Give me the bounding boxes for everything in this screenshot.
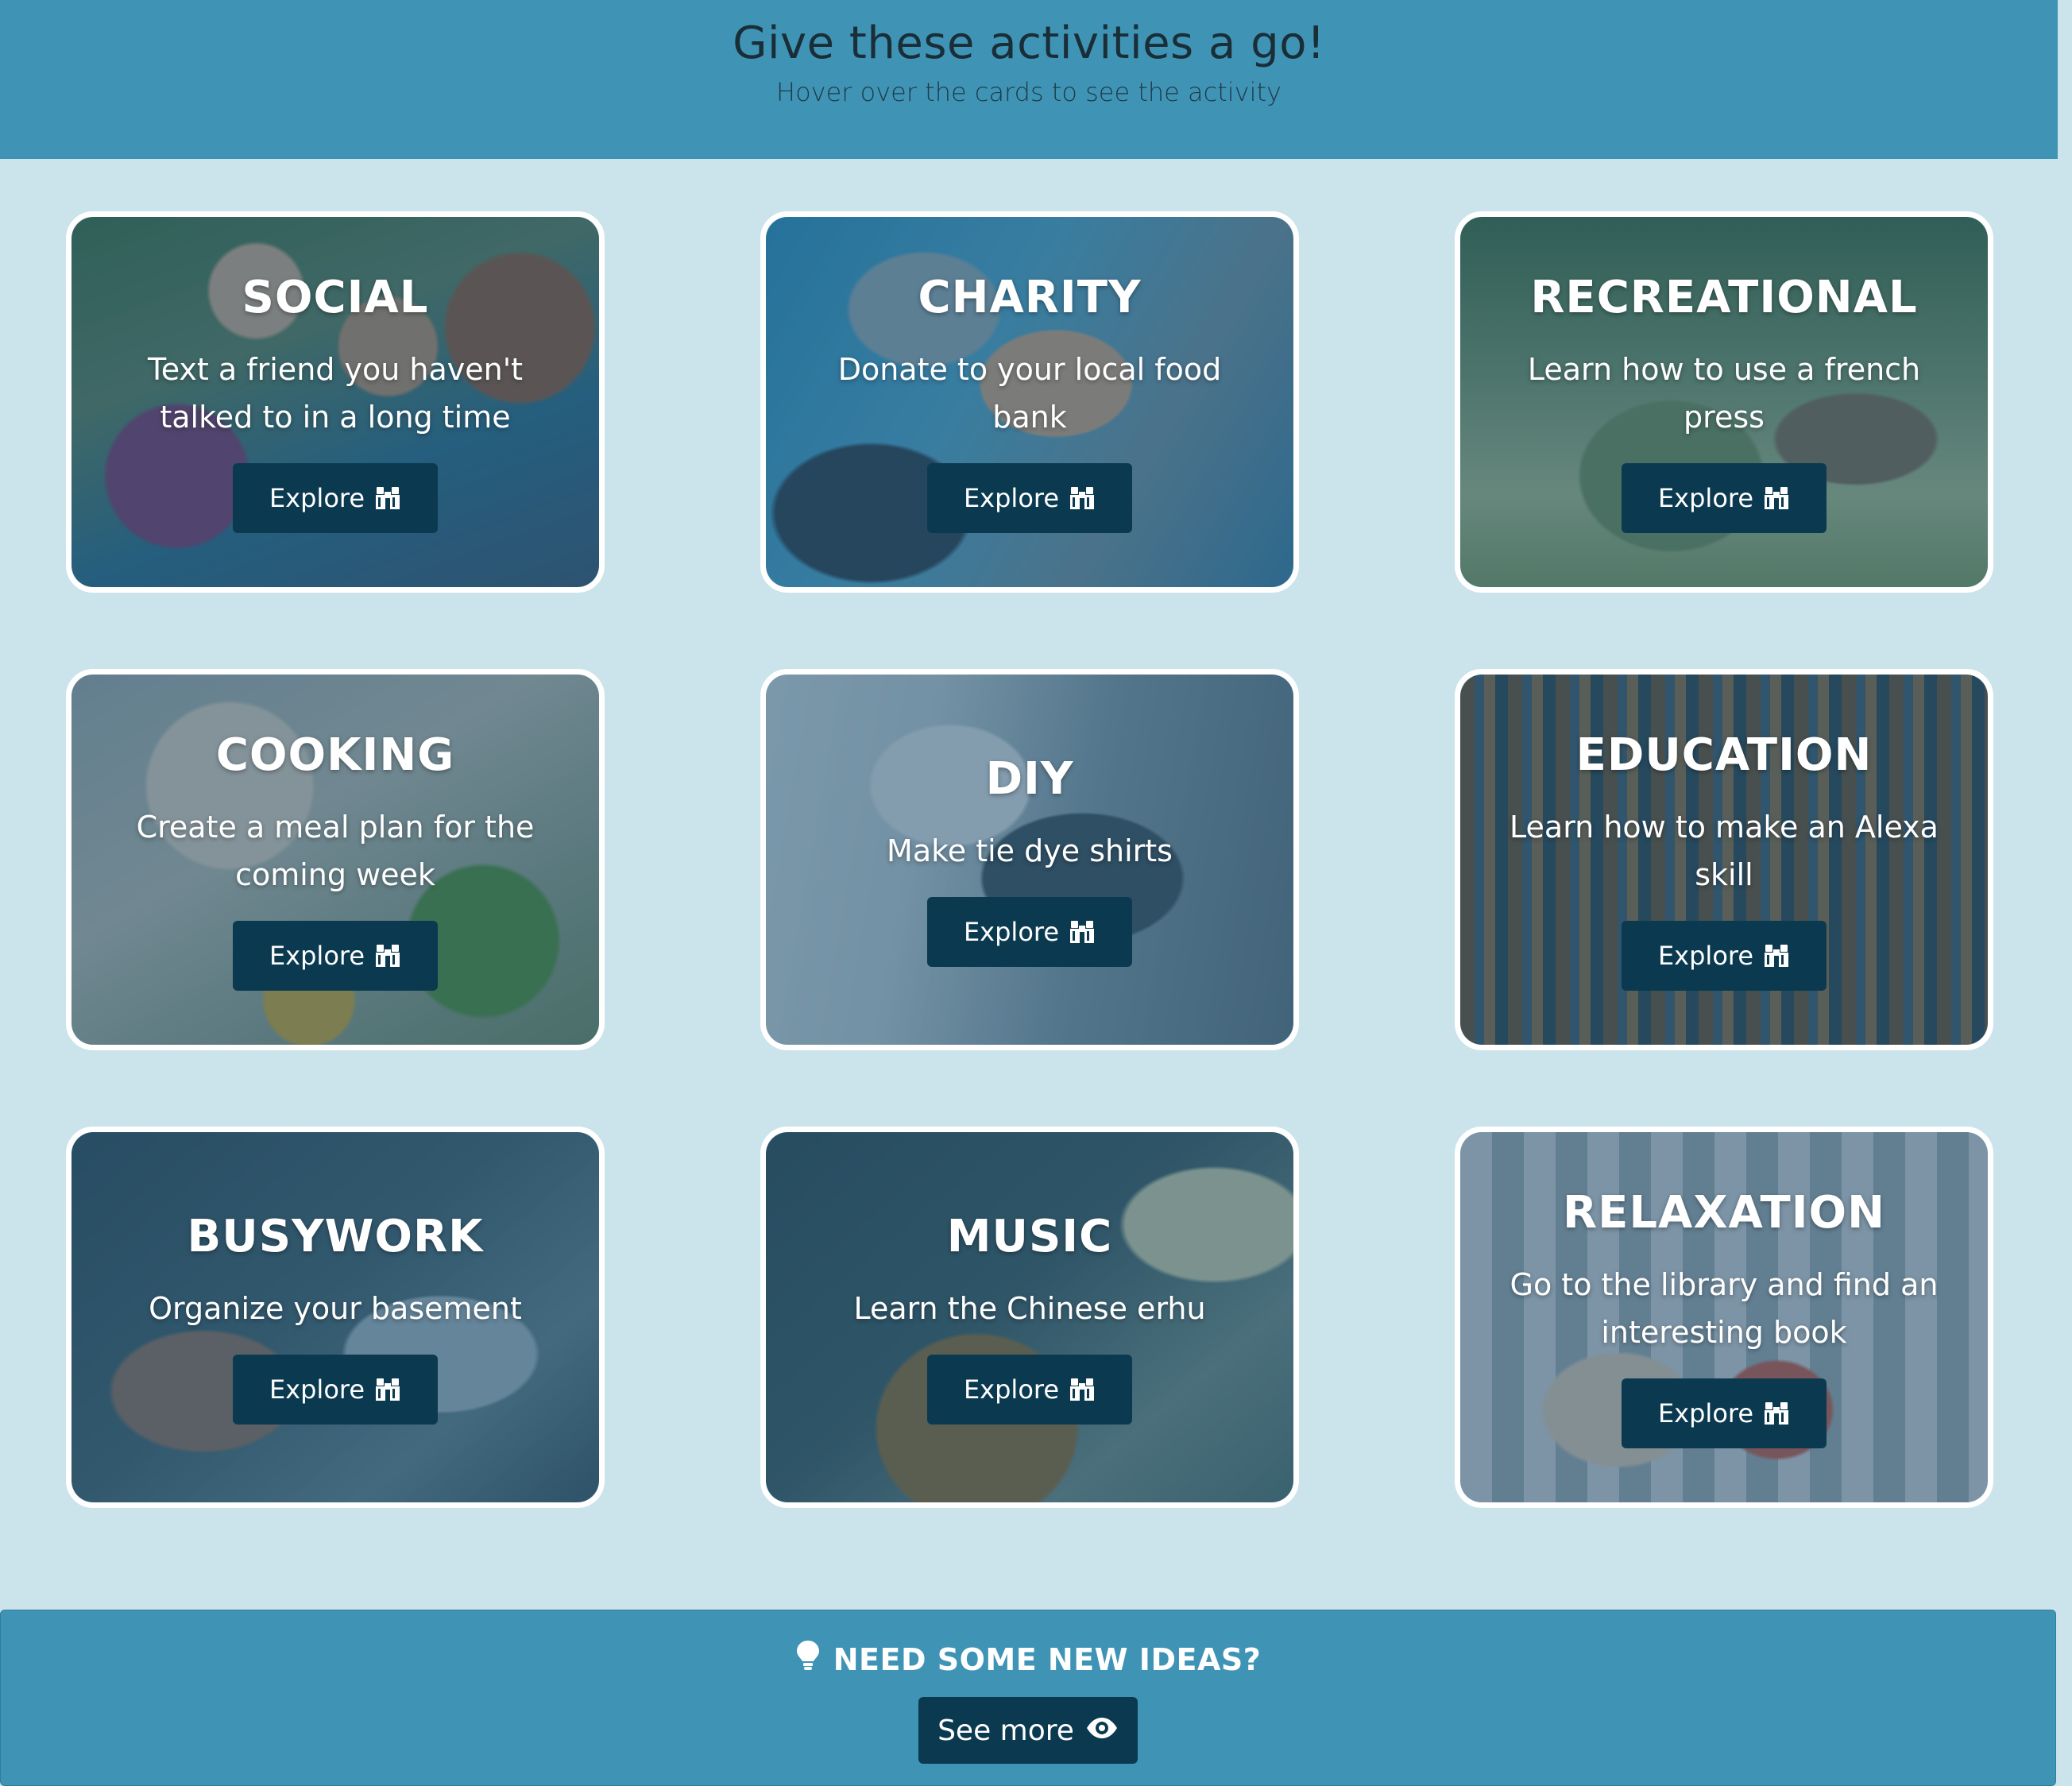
explore-button-label: Explore: [963, 1374, 1060, 1405]
binoculars-icon: [1763, 485, 1790, 511]
explore-button[interactable]: Explore: [232, 462, 439, 533]
lightbulb-icon: [795, 1639, 821, 1680]
card-title: CHARITY: [918, 271, 1142, 323]
explore-button[interactable]: Explore: [232, 920, 439, 991]
binoculars-icon: [374, 485, 401, 511]
explore-button-label: Explore: [269, 1374, 365, 1405]
card-title: RELAXATION: [1562, 1186, 1886, 1239]
explore-button-label: Explore: [269, 940, 365, 971]
card-title: DIY: [985, 752, 1074, 805]
card-description: Make tie dye shirts: [887, 833, 1173, 868]
card-relaxation[interactable]: RELAXATION Go to the library and find an…: [1455, 1127, 1993, 1508]
eye-icon: [1085, 1714, 1119, 1747]
card-description: Donate to your local food bank: [837, 351, 1222, 435]
new-ideas-label: NEED SOME NEW IDEAS?: [833, 1641, 1262, 1677]
see-more-label: See more: [937, 1714, 1074, 1747]
binoculars-icon: [1069, 485, 1096, 511]
explore-button-label: Explore: [963, 482, 1060, 513]
card-title: BUSYWORK: [187, 1210, 484, 1262]
explore-button[interactable]: Explore: [926, 1354, 1133, 1425]
card-description: Learn how to make an Alexa skill: [1510, 809, 1939, 892]
card-recreational[interactable]: RECREATIONAL Learn how to use a french p…: [1455, 211, 1993, 593]
explore-button-label: Explore: [269, 482, 365, 513]
card-music[interactable]: MUSIC Learn the Chinese erhu Explore: [760, 1127, 1299, 1508]
card-title: EDUCATION: [1575, 729, 1873, 781]
page-footer: NEED SOME NEW IDEAS? See more: [0, 1610, 2056, 1786]
explore-button[interactable]: Explore: [1621, 920, 1827, 991]
binoculars-icon: [374, 943, 401, 968]
explore-button-label: Explore: [1657, 482, 1754, 513]
card-description: Text a friend you haven't talked to in a…: [147, 351, 524, 435]
explore-button[interactable]: Explore: [926, 462, 1133, 533]
card-description: Organize your basement: [149, 1290, 522, 1326]
card-description: Learn how to use a french press: [1527, 351, 1921, 435]
card-description: Learn the Chinese erhu: [853, 1290, 1206, 1326]
explore-button[interactable]: Explore: [1621, 462, 1827, 533]
binoculars-icon: [1069, 1377, 1096, 1402]
card-title: MUSIC: [946, 1210, 1113, 1262]
explore-button[interactable]: Explore: [926, 896, 1133, 967]
binoculars-icon: [1763, 1401, 1790, 1426]
card-cooking[interactable]: COOKING Create a meal plan for the comin…: [66, 669, 605, 1050]
card-title: COOKING: [215, 729, 455, 781]
explore-button-label: Explore: [963, 916, 1060, 947]
binoculars-icon: [374, 1377, 401, 1402]
card-title: RECREATIONAL: [1530, 271, 1918, 323]
card-title: SOCIAL: [242, 271, 429, 323]
card-diy[interactable]: DIY Make tie dye shirts Explore: [760, 669, 1299, 1050]
see-more-button[interactable]: See more: [918, 1697, 1138, 1764]
card-social[interactable]: SOCIAL Text a friend you haven't talked …: [66, 211, 605, 593]
explore-button[interactable]: Explore: [1621, 1378, 1827, 1448]
card-description: Go to the library and find an interestin…: [1510, 1266, 1939, 1350]
card-busywork[interactable]: BUSYWORK Organize your basement Explore: [66, 1127, 605, 1508]
card-description: Create a meal plan for the coming week: [136, 809, 535, 892]
explore-button[interactable]: Explore: [232, 1354, 439, 1425]
explore-button-label: Explore: [1657, 1397, 1754, 1428]
activity-grid: SOCIAL Text a friend you haven't talked …: [0, 0, 2072, 1786]
binoculars-icon: [1763, 943, 1790, 968]
card-education[interactable]: EDUCATION Learn how to make an Alexa ski…: [1455, 669, 1993, 1050]
card-charity[interactable]: CHARITY Donate to your local food bank E…: [760, 211, 1299, 593]
new-ideas-heading: NEED SOME NEW IDEAS?: [795, 1639, 1262, 1680]
explore-button-label: Explore: [1657, 940, 1754, 971]
binoculars-icon: [1069, 919, 1096, 945]
